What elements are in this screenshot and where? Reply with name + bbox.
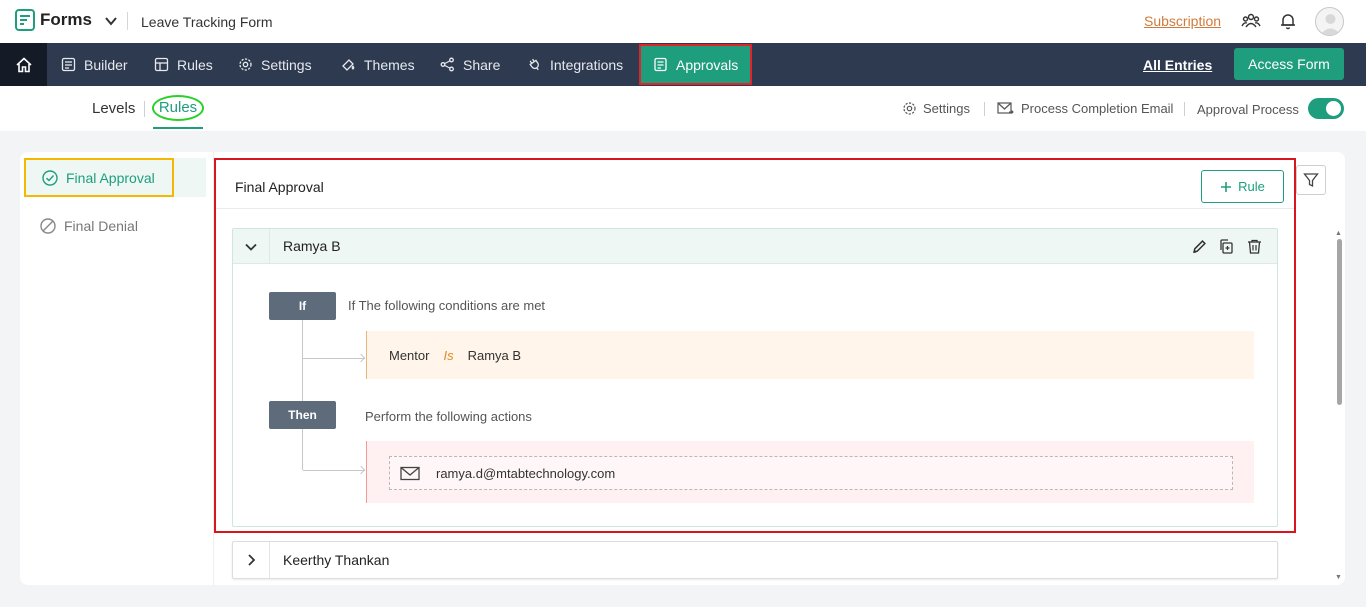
rule-panel: Ramya B If If The following conditions a… — [232, 228, 1278, 527]
builder-icon — [61, 57, 76, 72]
nav-approvals[interactable]: Approvals — [639, 44, 753, 85]
condition-operator: Is — [443, 347, 454, 363]
app-name[interactable]: Forms — [40, 10, 92, 30]
condition-field: Mentor — [389, 347, 430, 363]
rules-content: Final Approval Rule Ramya B If If The fo… — [213, 152, 1345, 585]
scroll-up-icon[interactable]: ▲ — [1335, 230, 1342, 237]
rules-card: Final Approval Final Denial Final Approv… — [20, 152, 1345, 585]
home-button[interactable] — [0, 43, 47, 86]
all-entries-link[interactable]: All Entries — [1143, 57, 1212, 73]
connector-line — [302, 320, 303, 470]
add-rule-button[interactable]: Rule — [1201, 170, 1284, 203]
subscription-link[interactable]: Subscription — [1144, 13, 1221, 29]
section-title: Final Approval — [235, 179, 324, 195]
chevron-right-icon — [248, 554, 256, 566]
rule-header[interactable]: Ramya B — [233, 229, 1277, 264]
collapse-button[interactable] — [233, 229, 270, 264]
approval-settings-button[interactable]: Settings — [902, 101, 970, 116]
edit-icon[interactable] — [1191, 238, 1208, 255]
divider — [984, 102, 985, 116]
connector-line — [303, 470, 365, 471]
sidebar-item-final-approval[interactable]: Final Approval — [24, 158, 174, 197]
top-bar: Forms Leave Tracking Form Subscription — [0, 0, 1366, 43]
people-icon[interactable] — [1241, 11, 1261, 31]
sidebar-item-label: Final Denial — [64, 217, 138, 234]
forms-logo-icon[interactable] — [14, 9, 36, 31]
nav-share-label: Share — [463, 56, 501, 73]
gear-icon — [903, 102, 916, 115]
connector-arrow — [356, 465, 366, 475]
chevron-down-icon — [245, 243, 257, 251]
check-circle-icon — [42, 169, 58, 186]
tab-rules[interactable]: Rules — [152, 95, 204, 121]
rules-icon — [154, 57, 169, 72]
main-nav: Builder Rules Settings Themes Share Inte… — [0, 43, 1366, 86]
approvals-icon — [654, 57, 667, 72]
gear-icon — [239, 58, 252, 71]
share-icon — [440, 57, 454, 72]
process-email-button[interactable]: Process Completion Email — [997, 101, 1173, 116]
approval-process-toggle[interactable] — [1308, 98, 1344, 119]
rule-name: Keerthy Thankan — [283, 552, 390, 568]
email-action[interactable]: ramya.d@mtabtechnology.com — [389, 456, 1233, 490]
rule-name: Ramya B — [283, 238, 341, 254]
action-box: ramya.d@mtabtechnology.com — [366, 441, 1254, 503]
nav-integrations[interactable]: Integrations — [527, 43, 623, 86]
process-email-label: Process Completion Email — [1021, 101, 1174, 116]
section-header: Final Approval Rule — [214, 158, 1294, 209]
connector-line — [303, 358, 365, 359]
if-description: If The following conditions are met — [348, 298, 546, 313]
nav-share[interactable]: Share — [440, 43, 500, 86]
then-description: Perform the following actions — [365, 409, 532, 424]
paint-icon — [342, 59, 355, 71]
rule-panel[interactable]: Keerthy Thankan — [232, 541, 1278, 579]
nav-settings[interactable]: Settings — [238, 43, 312, 86]
plug-icon — [529, 58, 539, 71]
sub-nav: Levels Rules Settings Process Completion… — [0, 86, 1366, 131]
action-email: ramya.d@mtabtechnology.com — [436, 465, 616, 481]
filter-button[interactable] — [1296, 165, 1326, 195]
home-icon — [15, 56, 32, 72]
tab-levels[interactable]: Levels — [92, 100, 135, 117]
connector-arrow — [356, 353, 366, 363]
scroll-down-icon[interactable]: ▼ — [1335, 574, 1342, 581]
form-title: Leave Tracking Form — [141, 14, 273, 30]
chevron-down-icon[interactable] — [104, 14, 118, 28]
expand-button[interactable] — [233, 542, 270, 578]
condition-box[interactable]: Mentor Is Ramya B — [366, 331, 1254, 379]
divider — [1184, 102, 1185, 116]
nav-rules-label: Rules — [177, 56, 213, 73]
nav-builder-label: Builder — [84, 56, 128, 73]
approval-process-label: Approval Process — [1197, 102, 1299, 117]
access-form-button[interactable]: Access Form — [1234, 48, 1344, 80]
nav-approvals-label: Approvals — [676, 56, 739, 73]
mail-icon — [400, 466, 420, 480]
avatar[interactable] — [1315, 7, 1344, 36]
add-rule-label: Rule — [1238, 179, 1265, 194]
rule-category-sidebar: Final Approval Final Denial — [20, 152, 213, 585]
approval-settings-label: Settings — [923, 101, 970, 116]
plus-icon — [1221, 181, 1232, 192]
if-tag: If — [269, 292, 336, 320]
nav-themes[interactable]: Themes — [341, 43, 415, 86]
sidebar-item-label: Final Approval — [66, 169, 155, 186]
nav-settings-label: Settings — [261, 56, 312, 73]
trash-icon[interactable] — [1246, 238, 1263, 255]
nav-integrations-label: Integrations — [550, 56, 624, 73]
nav-builder[interactable]: Builder — [61, 43, 128, 86]
nav-themes-label: Themes — [364, 56, 415, 73]
sidebar-item-final-denial[interactable]: Final Denial — [24, 206, 206, 245]
bell-icon[interactable] — [1278, 11, 1298, 31]
active-tab-indicator — [153, 127, 203, 129]
scrollbar-thumb[interactable] — [1337, 239, 1342, 405]
then-tag: Then — [269, 401, 336, 429]
filter-icon — [1303, 173, 1319, 188]
copy-icon[interactable] — [1218, 238, 1235, 255]
divider — [127, 12, 128, 30]
condition-value: Ramya B — [467, 347, 522, 363]
ban-icon — [40, 217, 56, 234]
mail-send-icon — [997, 102, 1014, 114]
divider — [144, 101, 145, 117]
nav-rules[interactable]: Rules — [154, 43, 213, 86]
